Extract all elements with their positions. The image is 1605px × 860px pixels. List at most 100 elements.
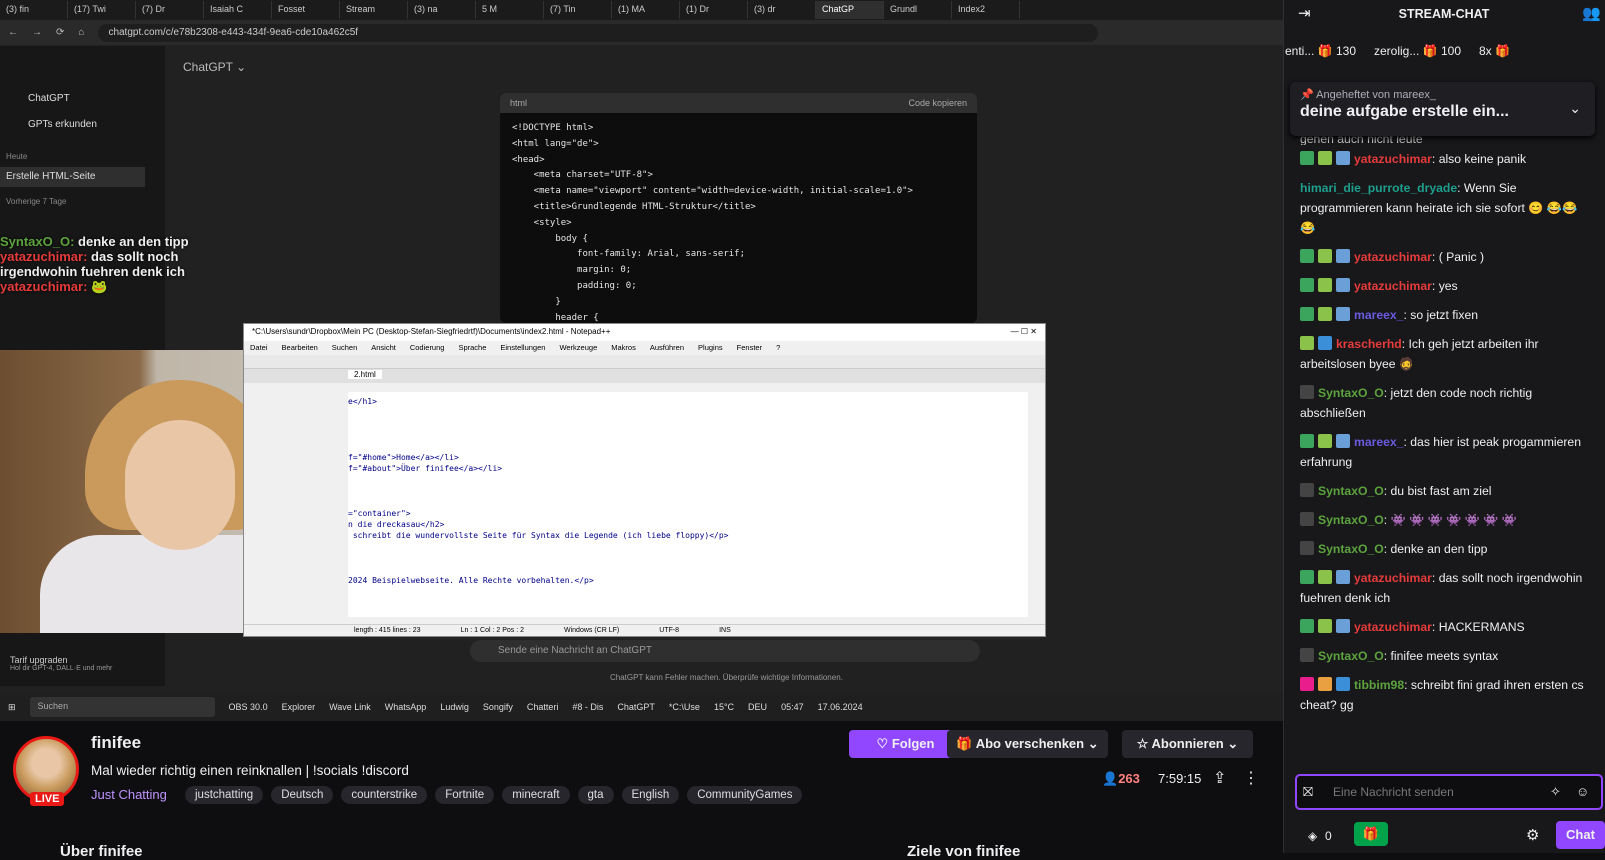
chat-badge-icon — [1300, 385, 1314, 399]
chat-badge-icon — [1336, 307, 1350, 321]
channel-points-value: 0 — [1325, 829, 1332, 843]
stream-tag[interactable]: CommunityGames — [687, 786, 803, 804]
viewer-count: 👤263 — [1102, 771, 1140, 787]
chatgpt-code-block: html Code kopieren <!DOCTYPE html> <html … — [500, 93, 977, 323]
notepad-menu-item: Einstellungen — [500, 343, 546, 352]
chat-text: 👾 👾 👾 👾 👾 👾 👾 — [1390, 513, 1518, 527]
chatgpt-input: Sende eine Nachricht an ChatGPT — [470, 640, 980, 662]
stream-tag[interactable]: Deutsch — [271, 786, 334, 804]
chat-message: yatazuchimar: das sollt noch irgendwohin… — [1300, 570, 1583, 605]
upgrade-sub: Hol dir GPT-4, DALL·E und mehr — [10, 665, 113, 672]
chat-badge-icon — [1300, 570, 1314, 584]
chat-badge-icon — [1318, 619, 1332, 633]
leaderboard-name: 8x — [1479, 44, 1492, 58]
browser-tab: Stream — [340, 1, 408, 19]
share-icon[interactable]: ⇪ — [1213, 768, 1226, 788]
gift-icon[interactable]: 🎁 — [1354, 822, 1388, 846]
chat-users-icon[interactable]: 👥 — [1582, 4, 1601, 22]
taskbar-time: 05:47 — [781, 702, 804, 712]
stream-title: Mal wieder richtig einen reinknallen | !… — [91, 763, 409, 778]
notepad-menu-item: Plugins — [698, 343, 723, 352]
channel-name[interactable]: finifee — [91, 733, 141, 753]
chat-message: SyntaxO_O: denke an den tipp — [1300, 539, 1590, 559]
stream-tag[interactable]: gta — [577, 786, 614, 804]
subscribe-button[interactable]: ☆ Abonnieren ⌄ — [1122, 730, 1253, 758]
stream-tag[interactable]: English — [621, 786, 680, 804]
chat-badge-icon — [1300, 278, 1314, 292]
notepad-status-item: Windows (CR LF) — [564, 627, 620, 634]
sidebar-prev-label: Vorherige 7 Tage — [6, 197, 67, 206]
chat-username[interactable]: SyntaxO_O — [1318, 649, 1384, 663]
taskbar-app: OBS 30.0 — [228, 702, 268, 712]
stream-category[interactable]: Just Chatting — [91, 787, 167, 802]
leaderboard-entry[interactable]: enti... 🎁 130 — [1285, 44, 1356, 64]
chat-username[interactable]: mareex_ — [1354, 435, 1403, 449]
notepad-menu-item: Bearbeiten — [281, 343, 318, 352]
overlay-chat-text: denke an den tipp — [78, 234, 189, 249]
chat-username[interactable]: tibbim98 — [1354, 678, 1404, 692]
goals-heading: Ziele von finifee — [907, 843, 1021, 860]
chat-username[interactable]: SyntaxO_O — [1318, 386, 1384, 400]
chevron-down-icon[interactable]: ⌄ — [1569, 100, 1581, 117]
emote-icon[interactable]: ☺ — [1576, 784, 1589, 799]
more-options-icon[interactable]: ⋮ — [1243, 768, 1259, 788]
chat-badge-icon — [1318, 434, 1332, 448]
chat-message: SyntaxO_O: 👾 👾 👾 👾 👾 👾 👾 — [1300, 510, 1590, 530]
notepad-title: *C:\Users\sundr\Dropbox\Mein PC (Desktop… — [252, 327, 611, 336]
chat-username[interactable]: yatazuchimar — [1354, 620, 1432, 634]
stream-tag[interactable]: counterstrike — [341, 786, 428, 804]
chat-badge-icon — [1300, 648, 1314, 662]
taskbar-lang: DEU — [748, 702, 768, 712]
stream-tag[interactable]: justchatting — [185, 786, 264, 804]
chat-username[interactable]: yatazuchimar — [1354, 250, 1432, 264]
notepad-status-item: length : 415 lines : 23 — [354, 627, 421, 634]
subscribe-label: Abonnieren — [1151, 736, 1224, 751]
chevron-down-icon: ⌄ — [1084, 736, 1099, 751]
viewer-icon: 👤 — [1102, 771, 1119, 786]
chat-username[interactable]: yatazuchimar — [1354, 571, 1432, 585]
browser-tab: (3) dr — [748, 1, 816, 19]
notepad-menu-item: Codierung — [409, 343, 445, 352]
leaderboard-entry[interactable]: zerolig... 🎁 100 — [1374, 44, 1461, 64]
chat-message: SyntaxO_O: jetzt den code noch richtig a… — [1300, 385, 1533, 420]
forward-icon: → — [32, 27, 42, 38]
leaderboard-entry[interactable]: 8x 🎁 — [1479, 44, 1510, 64]
browser-address-bar: ← → ⟳ ⌂ chatgpt.com/c/e78b2308-e443-434f… — [0, 20, 1283, 45]
browser-tab: Grundl — [884, 1, 952, 19]
taskbar-date: 17.06.2024 — [817, 702, 863, 712]
overlay-chat-user: yatazuchimar: — [0, 279, 88, 294]
stream-player[interactable]: (3) fin (17) Twi (7) Dr Isaiah C Fosset Strea… — [0, 0, 1283, 721]
chat-badge-icon — [1300, 307, 1314, 321]
chat-send-button[interactable]: Chat — [1556, 821, 1605, 849]
stream-tag[interactable]: Fortnite — [435, 786, 495, 804]
chat-username[interactable]: SyntaxO_O — [1318, 542, 1384, 556]
taskbar-app: WhatsApp — [384, 702, 427, 712]
sidebar-item-chatgpt: ChatGPT — [28, 93, 70, 104]
bits-icon[interactable]: ✧ — [1550, 784, 1561, 800]
browser-tab: (17) Twi — [68, 1, 136, 19]
chat-username[interactable]: yatazuchimar — [1354, 279, 1432, 293]
code-content: <!DOCTYPE html> <html lang="de"> <head> … — [512, 123, 913, 323]
gift-label: Abo verschenken — [975, 736, 1085, 751]
chat-username[interactable]: mareex_ — [1354, 308, 1403, 322]
gift-sub-button[interactable]: 🎁 Abo verschenken ⌄ — [947, 730, 1108, 758]
chat-badge-icon — [1300, 249, 1314, 263]
chat-message: SyntaxO_O: du bist fast am ziel — [1300, 481, 1590, 501]
chat-username[interactable]: himari_die_purrote_dryade — [1300, 181, 1457, 195]
live-badge: LIVE — [30, 792, 65, 806]
stream-tag[interactable]: minecraft — [502, 786, 570, 804]
chat-text: also keine panik — [1438, 152, 1527, 166]
windows-start-icon: ⊞ — [8, 701, 16, 712]
chat-message: SyntaxO_O: finifee meets syntax — [1300, 646, 1590, 666]
channel-points-icon[interactable]: ◈ — [1308, 829, 1317, 843]
notepad-status-item: UTF-8 — [659, 627, 680, 634]
follow-button[interactable]: ♡ Folgen — [849, 730, 962, 758]
leaderboard-value: 100 — [1440, 44, 1461, 58]
settings-icon[interactable]: ⚙ — [1526, 826, 1539, 844]
pinned-message[interactable]: 📌 Angeheftet von mareex_ deine aufgabe e… — [1290, 82, 1595, 136]
chat-text: du bist fast am ziel — [1390, 484, 1492, 498]
chat-username[interactable]: SyntaxO_O — [1318, 484, 1384, 498]
chat-username[interactable]: yatazuchimar — [1354, 152, 1432, 166]
chat-username[interactable]: krascherhd — [1336, 337, 1402, 351]
chat-username[interactable]: SyntaxO_O — [1318, 513, 1384, 527]
